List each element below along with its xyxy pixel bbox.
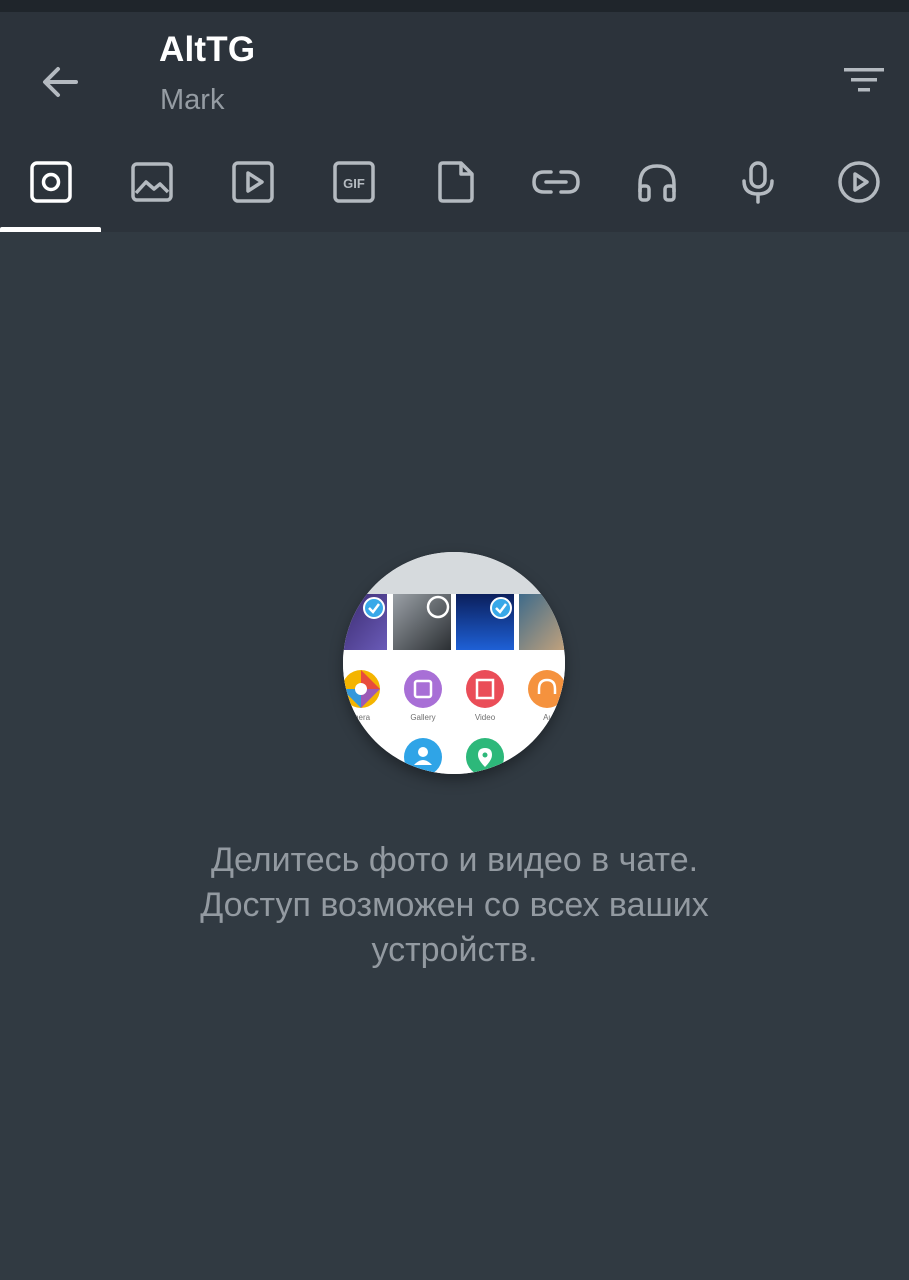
- app-bar: AltTG Mark: [0, 12, 909, 132]
- attach-label-audio: Au: [543, 713, 553, 722]
- attach-menu-illustration: mera Gallery Video Au: [343, 552, 565, 774]
- image-icon: [130, 162, 173, 202]
- empty-state-line-3: устройств.: [371, 931, 538, 969]
- gif-icon: GIF: [332, 161, 375, 203]
- chat-subtitle: Mark: [160, 84, 225, 116]
- attach-label-camera: mera: [352, 713, 371, 722]
- tab-music[interactable]: [606, 132, 707, 232]
- gif-label: GIF: [343, 176, 365, 191]
- headphones-icon: [637, 164, 676, 202]
- link-icon: [531, 170, 580, 194]
- back-button[interactable]: [28, 50, 92, 114]
- empty-state-text: Делитесь фото и видео в чате. Доступ воз…: [100, 838, 809, 973]
- tab-gifs[interactable]: GIF: [303, 132, 404, 232]
- video-icon: [231, 161, 274, 203]
- media-tabs: GIF: [0, 132, 909, 232]
- camera-square-icon: [29, 161, 72, 203]
- tab-videos[interactable]: [202, 132, 303, 232]
- arrow-back-icon: [43, 67, 78, 97]
- empty-state-line-2: Доступ возможен со всех ваших: [200, 886, 709, 924]
- tab-voice[interactable]: [707, 132, 808, 232]
- microphone-icon: [741, 161, 774, 204]
- filter-icon: [844, 68, 884, 92]
- filter-button[interactable]: [832, 48, 896, 112]
- media-content-area: mera Gallery Video Au Делитесь фото и ви…: [0, 232, 909, 1280]
- empty-state-line-1: Делитесь фото и видео в чате.: [210, 841, 699, 879]
- tab-files[interactable]: [404, 132, 505, 232]
- attach-label-gallery: Gallery: [410, 713, 435, 722]
- tab-round-videos[interactable]: [808, 132, 909, 232]
- tab-links[interactable]: [505, 132, 606, 232]
- tab-photos[interactable]: [101, 132, 202, 232]
- tab-camera[interactable]: [0, 132, 101, 232]
- document-icon: [437, 161, 474, 203]
- status-bar: [0, 0, 909, 12]
- attach-label-video: Video: [475, 713, 496, 722]
- chat-title: AltTG: [159, 30, 256, 69]
- round-video-icon: [837, 161, 880, 203]
